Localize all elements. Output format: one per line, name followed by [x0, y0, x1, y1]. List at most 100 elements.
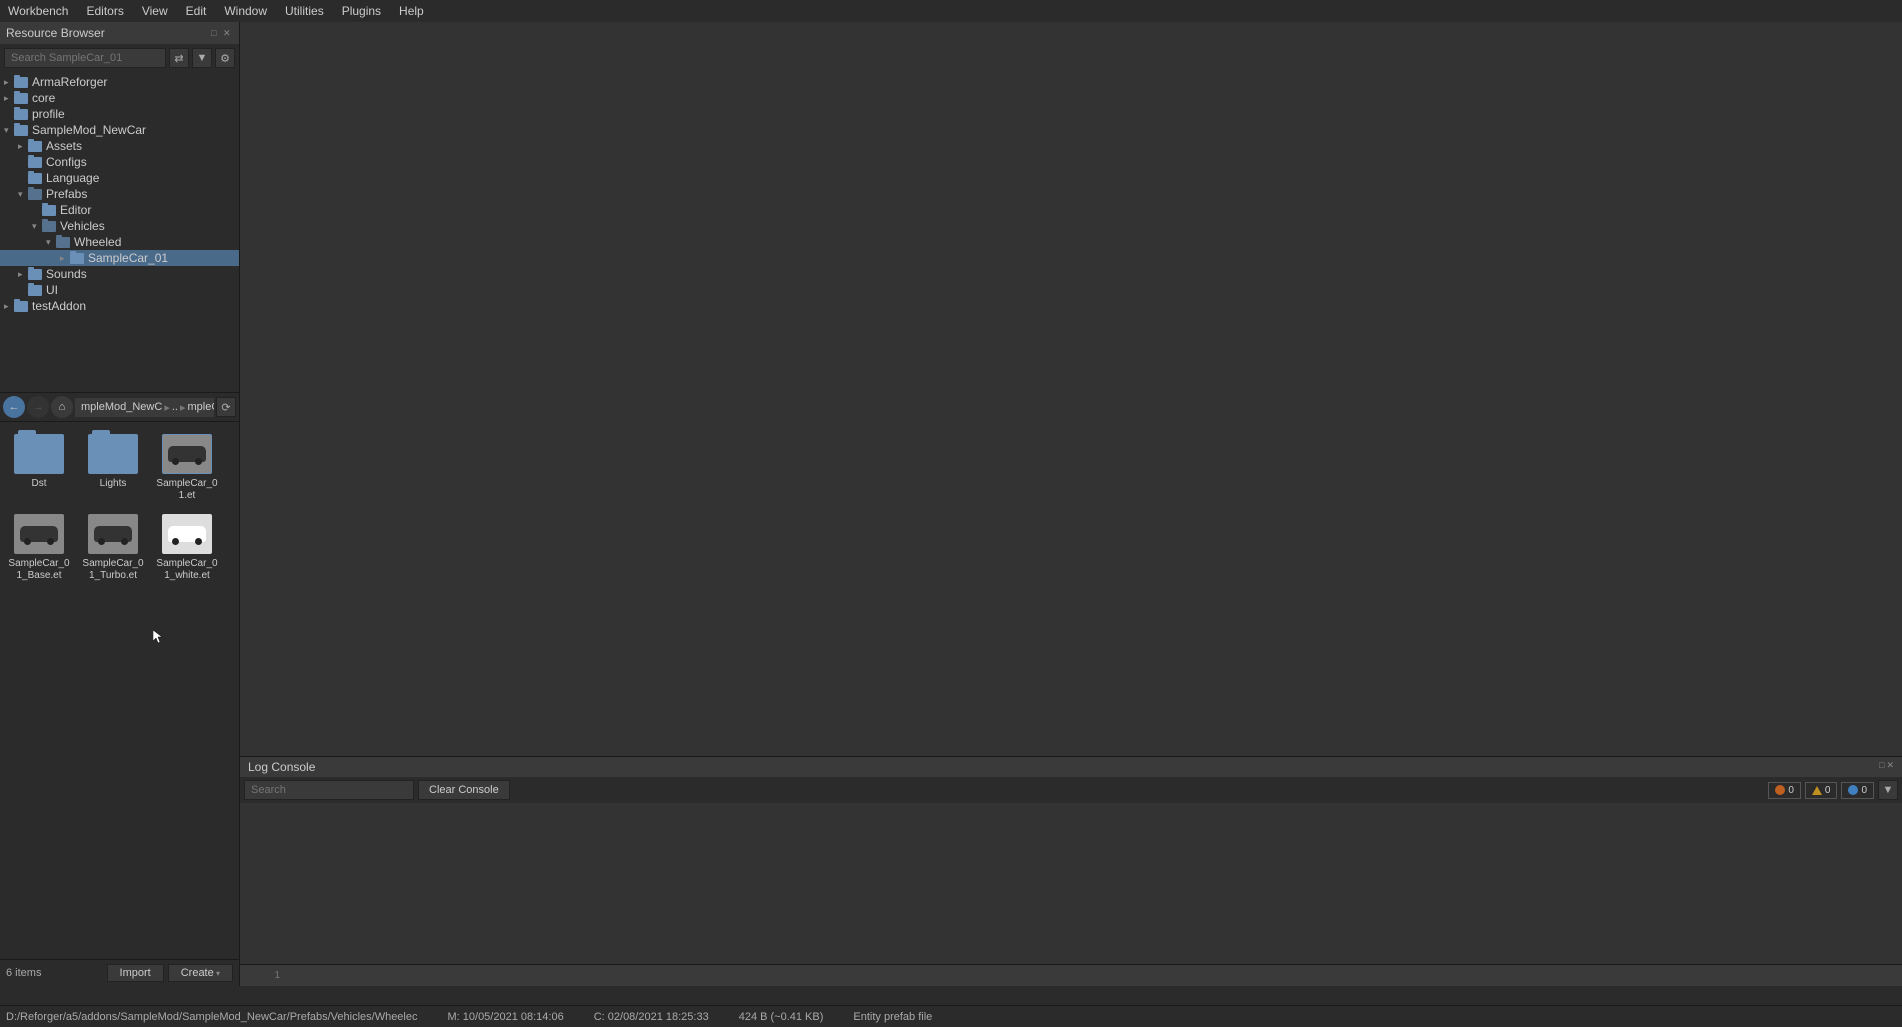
- car-thumbnail-icon: [88, 514, 138, 554]
- tree-label: profile: [32, 107, 65, 121]
- log-close-icon[interactable]: ✕: [1886, 760, 1894, 774]
- tree-item-ui[interactable]: UI: [0, 282, 239, 298]
- chevron-icon[interactable]: [4, 93, 14, 104]
- file-grid: Dst Lights SampleCar_01.et SampleCar_01_Bas…: [0, 422, 239, 959]
- close-icon[interactable]: ✕: [223, 28, 233, 38]
- status-path: D:/Reforger/a5/addons/SampleMod/SampleMo…: [6, 1011, 418, 1023]
- tree-label: Language: [46, 171, 99, 185]
- folder-icon: [28, 141, 42, 152]
- tree-item-assets[interactable]: Assets: [0, 138, 239, 154]
- folder-icon: [14, 109, 28, 120]
- menu-view[interactable]: View: [142, 4, 168, 18]
- tree-item-samplemod-newcar[interactable]: SampleMod_NewCar: [0, 122, 239, 138]
- tree-item-samplecar-01[interactable]: SampleCar_01: [0, 250, 239, 266]
- tree-label: Sounds: [46, 267, 87, 281]
- menu-edit[interactable]: Edit: [186, 4, 207, 18]
- folder-icon: [14, 125, 28, 136]
- chevron-icon[interactable]: [46, 237, 56, 248]
- tree-label: SampleCar_01: [88, 251, 168, 265]
- menu-workbench[interactable]: Workbench: [8, 4, 68, 18]
- file-item[interactable]: Dst: [4, 430, 74, 506]
- viewport[interactable]: [240, 22, 1902, 756]
- create-button[interactable]: Create: [168, 964, 233, 982]
- breadcrumb[interactable]: mpleMod_NewC ▸..▸ mpleCar_: [75, 398, 214, 417]
- log-console: Log Console □ ✕ Clear Console 0 0 0 ▼ 1: [240, 756, 1902, 986]
- tree-item-core[interactable]: core: [0, 90, 239, 106]
- back-button[interactable]: ←: [3, 396, 25, 418]
- menu-help[interactable]: Help: [399, 4, 424, 18]
- file-item[interactable]: SampleCar_01_white.et: [152, 510, 222, 586]
- folder-icon: [14, 301, 28, 312]
- tree-item-armareforger[interactable]: ArmaReforger: [0, 74, 239, 90]
- car-thumbnail-icon: [162, 514, 212, 554]
- menu-plugins[interactable]: Plugins: [342, 4, 381, 18]
- tree-label: testAddon: [32, 299, 86, 313]
- chevron-icon[interactable]: [18, 269, 28, 280]
- tree-label: Configs: [46, 155, 87, 169]
- status-size: 424 B (~0.41 KB): [739, 1011, 824, 1023]
- folder-icon: [28, 285, 42, 296]
- tree-label: Assets: [46, 139, 82, 153]
- tree-label: ArmaReforger: [32, 75, 107, 89]
- chevron-icon[interactable]: [60, 253, 70, 264]
- folder-icon: [42, 221, 56, 232]
- refresh-icon[interactable]: ⟳: [216, 397, 236, 417]
- folder-icon: [28, 269, 42, 280]
- chevron-icon[interactable]: [4, 301, 14, 312]
- log-search-input[interactable]: [244, 780, 414, 800]
- minimize-icon[interactable]: □: [211, 28, 221, 38]
- file-label: SampleCar_01.et: [154, 478, 220, 502]
- tree-item-configs[interactable]: Configs: [0, 154, 239, 170]
- folder-icon: [14, 93, 28, 104]
- log-filter-icon[interactable]: ▼: [1878, 780, 1898, 800]
- forward-button[interactable]: →: [27, 396, 49, 418]
- folder-icon: [28, 173, 42, 184]
- car-thumbnail-icon: [14, 514, 64, 554]
- file-label: SampleCar_01_Base.et: [6, 558, 72, 582]
- status-modified: M: 10/05/2021 08:14:06: [448, 1011, 564, 1023]
- file-item[interactable]: SampleCar_01_Base.et: [4, 510, 74, 586]
- item-count: 6 items: [6, 967, 103, 979]
- search-input[interactable]: [4, 48, 166, 68]
- chevron-icon[interactable]: [18, 141, 28, 152]
- folder-tree: ArmaReforgercoreprofileSampleMod_NewCarA…: [0, 72, 239, 392]
- tree-item-prefabs[interactable]: Prefabs: [0, 186, 239, 202]
- tree-item-wheeled[interactable]: Wheeled: [0, 234, 239, 250]
- tree-item-sounds[interactable]: Sounds: [0, 266, 239, 282]
- chevron-icon[interactable]: [4, 77, 14, 88]
- chevron-icon[interactable]: [32, 221, 42, 232]
- gear-icon[interactable]: ⚙: [215, 48, 235, 68]
- error-badge[interactable]: 0: [1768, 782, 1801, 799]
- chevron-icon[interactable]: [4, 125, 14, 136]
- menu-utilities[interactable]: Utilities: [285, 4, 324, 18]
- filter-icon[interactable]: ▼: [192, 48, 212, 68]
- swap-icon[interactable]: ⇄: [169, 48, 189, 68]
- resource-browser-panel: Resource Browser □ ✕ ⇄ ▼ ⚙ ArmaReforgerc…: [0, 22, 240, 986]
- tree-item-language[interactable]: Language: [0, 170, 239, 186]
- tree-item-vehicles[interactable]: Vehicles: [0, 218, 239, 234]
- file-label: Lights: [100, 478, 127, 490]
- menu-editors[interactable]: Editors: [86, 4, 123, 18]
- menu-window[interactable]: Window: [224, 4, 267, 18]
- log-title: Log Console: [248, 760, 315, 774]
- log-body[interactable]: [240, 803, 1902, 964]
- import-button[interactable]: Import: [107, 964, 164, 982]
- menubar: Workbench Editors View Edit Window Utili…: [0, 0, 1902, 22]
- folder-icon: [70, 253, 84, 264]
- file-item[interactable]: SampleCar_01.et: [152, 430, 222, 506]
- tree-item-testaddon[interactable]: testAddon: [0, 298, 239, 314]
- chevron-icon[interactable]: [18, 189, 28, 200]
- log-minimize-icon[interactable]: □: [1879, 760, 1884, 774]
- tree-item-editor[interactable]: Editor: [0, 202, 239, 218]
- warning-badge[interactable]: 0: [1805, 782, 1838, 799]
- file-item[interactable]: Lights: [78, 430, 148, 506]
- info-badge[interactable]: 0: [1841, 782, 1874, 799]
- tree-label: Wheeled: [74, 235, 121, 249]
- clear-console-button[interactable]: Clear Console: [418, 780, 510, 800]
- tree-item-profile[interactable]: profile: [0, 106, 239, 122]
- home-button[interactable]: ⌂: [51, 396, 73, 418]
- tree-label: Prefabs: [46, 187, 87, 201]
- file-item[interactable]: SampleCar_01_Turbo.et: [78, 510, 148, 586]
- panel-title-bar: Resource Browser □ ✕: [0, 22, 239, 44]
- folder-icon: [14, 434, 64, 474]
